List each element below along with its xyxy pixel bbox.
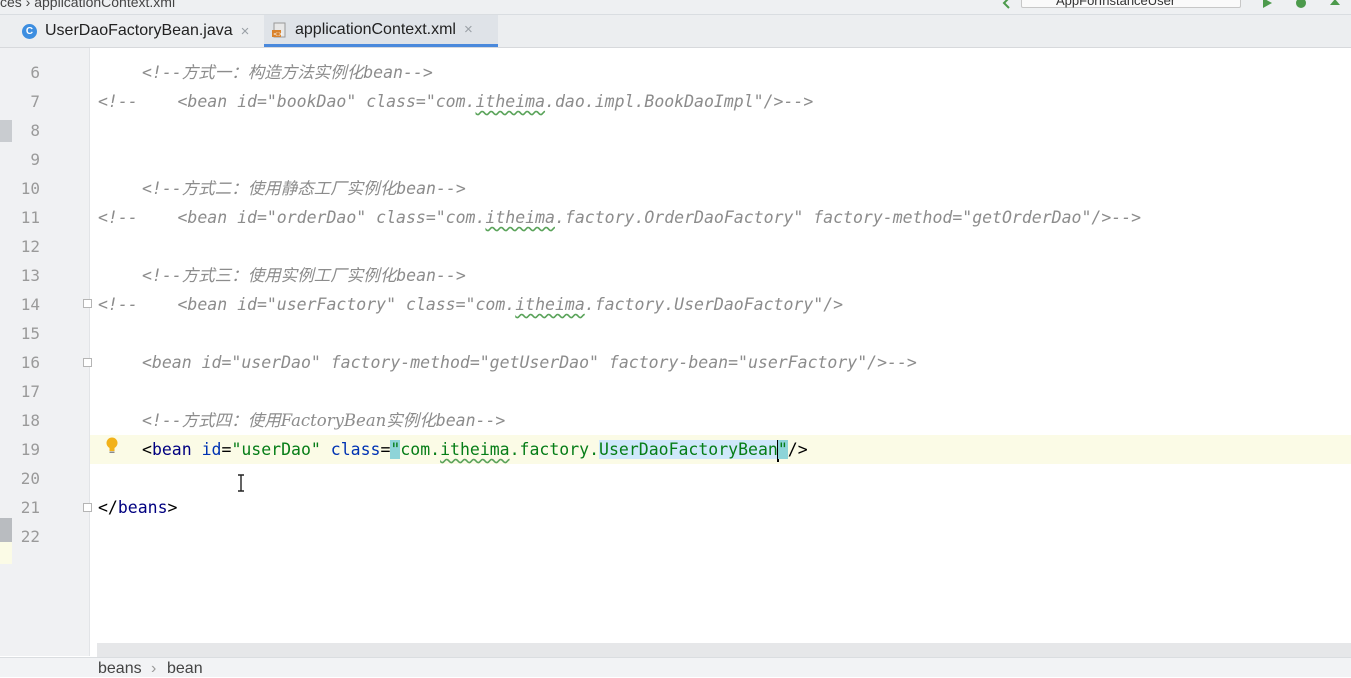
tab-userdaofactorybean-java[interactable]: C UserDaoFactoryBean.java × bbox=[22, 15, 262, 47]
line-number: 8 bbox=[30, 121, 40, 140]
top-breadcrumb[interactable]: ces › applicationContext.xml bbox=[0, 0, 175, 10]
comment-token: 方式一：构造方法实例化 bbox=[181, 63, 364, 82]
code-editor[interactable]: <!--方式一：构造方法实例化bean--> <!-- <bean id="bo… bbox=[90, 48, 1351, 643]
line-number: 17 bbox=[20, 382, 40, 401]
run-icon[interactable] bbox=[1261, 0, 1273, 9]
run-configuration-select[interactable]: AppForInstanceUser bbox=[1021, 0, 1241, 8]
code-line-6: <!--方式一：构造方法实例化bean--> bbox=[142, 58, 433, 87]
code-line-14: <!-- <bean id="userFactory" class="com.i… bbox=[98, 290, 843, 319]
code-line-21: </beans> bbox=[98, 493, 177, 522]
comment-token: itheima bbox=[515, 295, 585, 314]
comment-token: <!-- bbox=[142, 411, 182, 430]
comment-token: <!-- <bean id="userFactory" class="com. bbox=[98, 295, 516, 314]
line-number: 11 bbox=[20, 208, 40, 227]
line-number: 19 bbox=[20, 440, 40, 459]
comment-token: .factory.OrderDaoFactory" factory-method… bbox=[554, 208, 1142, 227]
title-strip: ces › applicationContext.xml AppForInsta… bbox=[0, 0, 1351, 15]
comment-token: <!-- bbox=[142, 266, 182, 285]
tab-applicationcontext-xml[interactable]: <> applicationContext.xml × bbox=[264, 15, 498, 47]
code-token: < bbox=[142, 440, 152, 459]
code-token: beans bbox=[117, 498, 168, 517]
comment-token: 方式二：使用静态工厂实例化 bbox=[181, 179, 397, 198]
code-token: </ bbox=[98, 498, 118, 517]
intention-bulb-icon[interactable] bbox=[105, 437, 119, 455]
code-token: itheima bbox=[440, 440, 510, 459]
line-number: 22 bbox=[20, 527, 40, 546]
line-number: 15 bbox=[20, 324, 40, 343]
code-token: > bbox=[167, 498, 178, 517]
comment-token: bean--> bbox=[363, 63, 433, 82]
line-number: 12 bbox=[20, 237, 40, 256]
comment-token: <!-- <bean id="bookDao" class="com. bbox=[98, 92, 476, 111]
tab-label: applicationContext.xml bbox=[295, 20, 456, 38]
comment-token: <bean id="userDao" factory-method="getUs… bbox=[142, 353, 917, 372]
code-token: = bbox=[380, 440, 391, 459]
code-token: class bbox=[330, 440, 381, 459]
horizontal-scrollbar[interactable] bbox=[97, 643, 1351, 657]
breadcrumb-separator-icon: › bbox=[151, 660, 157, 677]
code-token: " bbox=[777, 440, 788, 459]
line-number: 10 bbox=[20, 179, 40, 198]
tab-label: UserDaoFactoryBean.java bbox=[45, 22, 233, 39]
java-class-icon: C bbox=[22, 23, 37, 39]
code-token: = bbox=[221, 440, 232, 459]
code-line-11: <!-- <bean id="orderDao" class="com.ithe… bbox=[98, 203, 1141, 232]
mouse-ibeam-cursor-icon bbox=[238, 474, 244, 492]
comment-token: <!-- <bean id="orderDao" class="com. bbox=[98, 208, 486, 227]
coverage-icon[interactable] bbox=[1329, 0, 1341, 9]
code-token: .factory. bbox=[509, 440, 600, 459]
comment-token: bean--> bbox=[396, 266, 466, 285]
line-number: 13 bbox=[20, 266, 40, 285]
comment-token: <!-- bbox=[142, 179, 182, 198]
code-token: id bbox=[201, 440, 222, 459]
code-line-19: <bean id="userDao" class="com.itheima.fa… bbox=[142, 435, 808, 464]
comment-token: <!-- bbox=[142, 63, 182, 82]
comment-token: bean--> bbox=[435, 411, 506, 430]
comment-token: 实例化 bbox=[386, 411, 436, 430]
line-number: 16 bbox=[20, 353, 40, 372]
editor-tab-bar: C UserDaoFactoryBean.java × <> applicati… bbox=[0, 15, 1351, 48]
line-number: 14 bbox=[20, 295, 40, 314]
code-token: com. bbox=[400, 440, 441, 459]
code-line-7: <!-- <bean id="bookDao" class="com.ithei… bbox=[98, 87, 813, 116]
debug-icon[interactable] bbox=[1295, 0, 1307, 9]
comment-token: itheima bbox=[475, 92, 546, 111]
comment-token: 方式四：使用 bbox=[181, 411, 281, 430]
close-tab-icon[interactable]: × bbox=[464, 21, 473, 38]
breadcrumb-item-beans[interactable]: beans bbox=[98, 660, 142, 678]
close-tab-icon[interactable]: × bbox=[241, 23, 250, 40]
line-number: 6 bbox=[30, 63, 40, 82]
code-line-18: <!--方式四：使用FactoryBean实例化bean--> bbox=[142, 406, 505, 435]
line-number: 18 bbox=[20, 411, 40, 430]
svg-text:<>: <> bbox=[273, 31, 283, 38]
code-token: " bbox=[390, 440, 401, 459]
code-token: bean bbox=[151, 440, 192, 459]
xml-file-icon: <> bbox=[272, 22, 288, 38]
code-line-16: <bean id="userDao" factory-method="getUs… bbox=[142, 348, 917, 377]
code-token: "userDao" bbox=[231, 440, 321, 459]
breadcrumb-item-bean[interactable]: bean bbox=[167, 660, 203, 678]
code-line-13: <!--方式三：使用实例工厂实例化bean--> bbox=[142, 261, 466, 290]
code-line-10: <!--方式二：使用静态工厂实例化bean--> bbox=[142, 174, 466, 203]
code-token: UserDaoFactoryBean bbox=[599, 440, 778, 459]
comment-token: bean--> bbox=[396, 179, 466, 198]
comment-token: .dao.impl.BookDaoImpl"/>--> bbox=[545, 92, 814, 111]
line-number: 21 bbox=[20, 498, 40, 517]
comment-token: 方式三：使用实例工厂实例化 bbox=[181, 266, 397, 285]
line-number: 20 bbox=[20, 469, 40, 488]
code-token: /> bbox=[787, 440, 808, 459]
comment-token: FactoryBean bbox=[280, 411, 387, 430]
editor-breadcrumb-bar: beans › bean bbox=[0, 657, 1351, 677]
line-number: 9 bbox=[30, 150, 40, 169]
comment-token: itheima bbox=[485, 208, 555, 227]
line-number: 7 bbox=[30, 92, 40, 111]
back-arrow-icon[interactable] bbox=[1001, 0, 1013, 9]
comment-token: .factory.UserDaoFactory"/> bbox=[584, 295, 844, 314]
